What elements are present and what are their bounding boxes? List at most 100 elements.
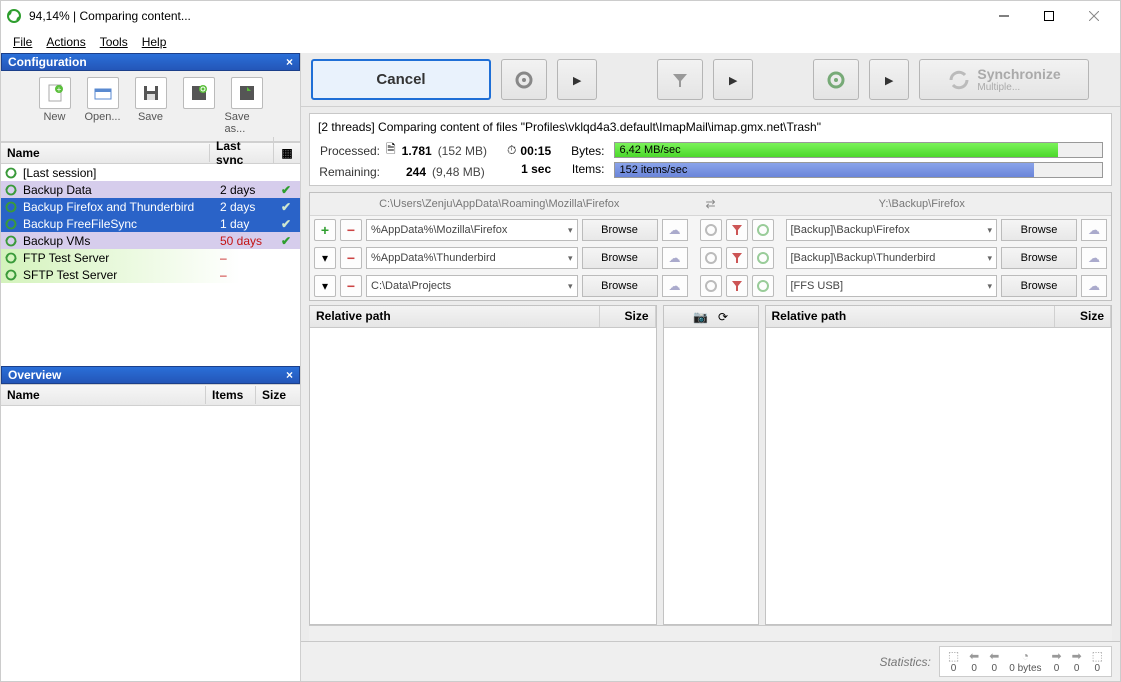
ov-col-size[interactable]: Size xyxy=(256,386,300,404)
browse-right-button[interactable]: Browse xyxy=(1001,219,1077,241)
stat-item: ➡0 xyxy=(1072,649,1082,674)
local-sync-settings-button[interactable] xyxy=(752,247,774,269)
compare-settings-button[interactable] xyxy=(501,59,547,100)
horizontal-scrollbar[interactable] xyxy=(309,625,1112,641)
left-panel: Configuration × + New Open... Save xyxy=(1,53,301,681)
check-icon: ✔ xyxy=(274,183,298,197)
config-row[interactable]: Backup VMs50 days✔ xyxy=(1,232,300,249)
filter-arrow[interactable]: ▸ xyxy=(713,59,753,100)
ov-col-items[interactable]: Items xyxy=(206,386,256,404)
synchronize-button[interactable]: Synchronize Multiple... xyxy=(919,59,1089,100)
menu-help[interactable]: Help xyxy=(136,33,173,51)
config-row[interactable]: Backup Data2 days✔ xyxy=(1,181,300,198)
file-icon: 🗎 xyxy=(386,140,396,161)
overview-close-icon[interactable]: × xyxy=(286,368,293,382)
local-compare-settings-button[interactable] xyxy=(700,275,722,297)
ov-col-name[interactable]: Name xyxy=(1,386,206,404)
right-path-input[interactable]: [Backup]\Backup\Thunderbird xyxy=(786,247,998,269)
remove-pair-button[interactable]: − xyxy=(340,219,362,241)
cloud-left-button[interactable]: ☁ xyxy=(662,219,688,241)
cancel-button[interactable]: Cancel xyxy=(311,59,491,100)
remove-pair-button[interactable]: − xyxy=(340,247,362,269)
sync-settings-arrow[interactable]: ▸ xyxy=(869,59,909,100)
status-line: [2 threads] Comparing content of files "… xyxy=(318,120,1103,134)
menu-file[interactable]: File xyxy=(7,33,38,51)
camera-icon[interactable]: 📷 xyxy=(693,310,708,324)
browse-right-button[interactable]: Browse xyxy=(1001,247,1077,269)
cloud-right-button[interactable]: ☁ xyxy=(1081,275,1107,297)
config-row[interactable]: FTP Test Server– xyxy=(1,249,300,266)
menu-actions[interactable]: Actions xyxy=(40,33,91,51)
stat-icon: ➡ xyxy=(1052,649,1062,663)
right-path-input[interactable]: [FFS USB] xyxy=(786,275,998,297)
clock-icon: ⏱ xyxy=(507,143,516,158)
col-name[interactable]: Name xyxy=(1,144,210,162)
middle-compare-list[interactable]: 📷 ⟳ xyxy=(663,305,759,625)
browse-left-button[interactable]: Browse xyxy=(582,275,658,297)
pair-dropdown-button[interactable]: ▾ xyxy=(314,247,336,269)
stat-icon: ➡ xyxy=(1072,649,1082,663)
saveas-button[interactable]: Save as... xyxy=(225,77,269,135)
right-compare-list[interactable]: Relative pathSize xyxy=(765,305,1113,625)
stat-icon: ⬚ xyxy=(948,649,959,663)
col-columns-icon[interactable]: ▦ xyxy=(274,144,300,162)
config-row[interactable]: Backup FreeFileSync1 day✔ xyxy=(1,215,300,232)
time-elapsed: 00:15 xyxy=(520,144,551,158)
local-compare-settings-button[interactable] xyxy=(700,247,722,269)
left-path-input[interactable]: %AppData%\Thunderbird xyxy=(366,247,578,269)
cloud-left-button[interactable]: ☁ xyxy=(662,247,688,269)
local-filter-button[interactable] xyxy=(726,219,748,241)
stat-item: ⬚0 xyxy=(1092,649,1103,674)
local-filter-button[interactable] xyxy=(726,275,748,297)
statistics-bar: Statistics: ⬚0⬅0⬅0◔0 bytes➡0➡0⬚0 xyxy=(301,641,1120,681)
main-panel: Cancel ▸ ▸ ▸ Synchronize Multiple... [2 … xyxy=(301,53,1120,681)
cloud-right-button[interactable]: ☁ xyxy=(1081,247,1107,269)
browse-right-button[interactable]: Browse xyxy=(1001,275,1077,297)
left-path-input[interactable]: %AppData%\Mozilla\Firefox xyxy=(366,219,578,241)
save-batch-button[interactable] xyxy=(177,77,221,135)
add-pair-button[interactable]: + xyxy=(314,219,336,241)
sync-pair-icon xyxy=(3,184,21,196)
left-compare-list[interactable]: Relative pathSize xyxy=(309,305,657,625)
compare-settings-arrow[interactable]: ▸ xyxy=(557,59,597,100)
sync-settings-button[interactable] xyxy=(813,59,859,100)
check-icon: ✔ xyxy=(274,200,298,214)
local-sync-settings-button[interactable] xyxy=(752,275,774,297)
status-box: [2 threads] Comparing content of files "… xyxy=(309,113,1112,186)
left-path-input[interactable]: C:\Data\Projects xyxy=(366,275,578,297)
config-list-header: Name Last sync ▦ xyxy=(1,142,300,164)
save-batch-icon xyxy=(183,77,215,109)
open-button[interactable]: Open... xyxy=(81,77,125,135)
processed-count: 1.781 xyxy=(402,144,432,158)
swap-icon[interactable]: ⇄ xyxy=(691,197,731,211)
local-filter-button[interactable] xyxy=(726,247,748,269)
open-icon xyxy=(87,77,119,109)
right-path-input[interactable]: [Backup]\Backup\Firefox xyxy=(786,219,998,241)
config-row[interactable]: Backup Firefox and Thunderbird2 days✔ xyxy=(1,198,300,215)
sync-pair-icon xyxy=(3,218,21,230)
config-list[interactable]: [Last session]Backup Data2 days✔Backup F… xyxy=(1,164,300,364)
browse-left-button[interactable]: Browse xyxy=(582,219,658,241)
new-icon: + xyxy=(39,77,71,109)
minimize-button[interactable] xyxy=(981,2,1026,30)
local-sync-settings-button[interactable] xyxy=(752,219,774,241)
remove-pair-button[interactable]: − xyxy=(340,275,362,297)
local-compare-settings-button[interactable] xyxy=(700,219,722,241)
save-button[interactable]: Save xyxy=(129,77,173,135)
refresh-icon[interactable]: ⟳ xyxy=(718,310,728,324)
overview-list[interactable] xyxy=(1,406,300,681)
filter-button[interactable] xyxy=(657,59,703,100)
config-row[interactable]: SFTP Test Server– xyxy=(1,266,300,283)
config-close-icon[interactable]: × xyxy=(286,55,293,69)
maximize-button[interactable] xyxy=(1026,2,1071,30)
cloud-right-button[interactable]: ☁ xyxy=(1081,219,1107,241)
browse-left-button[interactable]: Browse xyxy=(582,247,658,269)
sync-pair-icon xyxy=(3,252,21,264)
cloud-left-button[interactable]: ☁ xyxy=(662,275,688,297)
remaining-count: 244 xyxy=(406,165,426,179)
menu-tools[interactable]: Tools xyxy=(94,33,134,51)
pair-dropdown-button[interactable]: ▾ xyxy=(314,275,336,297)
config-row[interactable]: [Last session] xyxy=(1,164,300,181)
close-button[interactable] xyxy=(1071,2,1116,30)
new-button[interactable]: + New xyxy=(33,77,77,135)
